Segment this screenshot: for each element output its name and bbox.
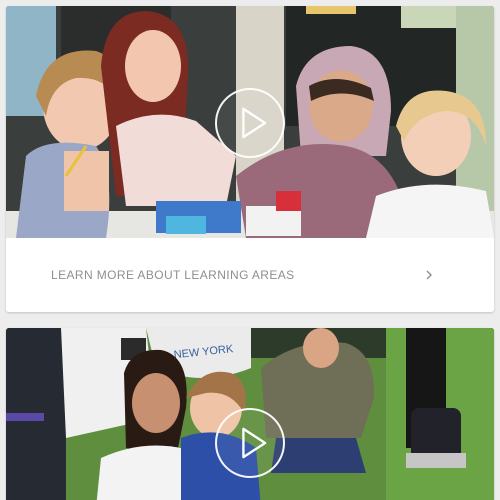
play-button[interactable] <box>215 408 285 478</box>
video-card-learning-areas: LEARN MORE ABOUT LEARNING AREAS <box>6 6 494 312</box>
video-thumbnail-classroom[interactable] <box>6 6 494 238</box>
play-circle-icon <box>242 427 267 459</box>
video-thumbnail-outdoor[interactable]: NEW YORK <box>6 328 494 500</box>
video-card-outdoor: NEW YORK <box>6 328 494 500</box>
play-circle-icon <box>242 107 267 139</box>
learn-more-link[interactable]: LEARN MORE ABOUT LEARNING AREAS <box>6 238 494 312</box>
learn-more-label: LEARN MORE ABOUT LEARNING AREAS <box>51 268 295 282</box>
learning-areas-screen: LEARN MORE ABOUT LEARNING AREAS NEW YORK <box>0 0 500 500</box>
chevron-right-icon <box>426 270 432 280</box>
play-button[interactable] <box>215 88 285 158</box>
